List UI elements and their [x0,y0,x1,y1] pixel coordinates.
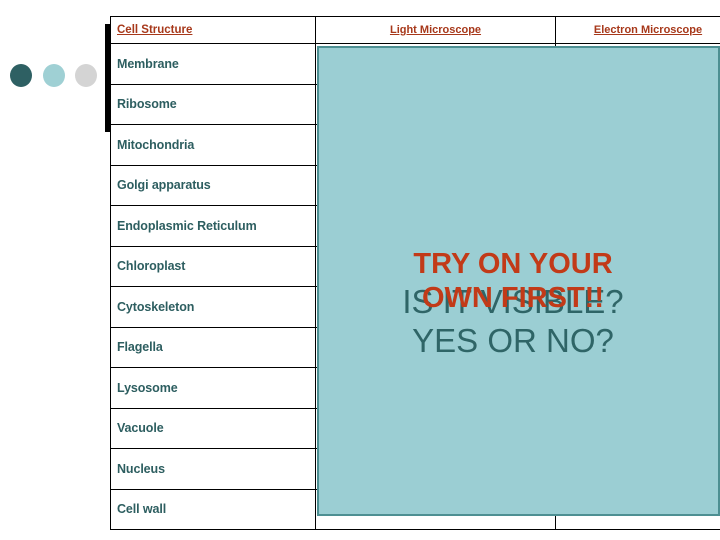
cell-structure-name: Membrane [110,43,316,85]
cell-structure-name: Cell wall [110,488,316,530]
cell-structure-name: Vacuole [110,407,316,449]
table-header-row: Cell Structure Light Microscope Electron… [110,16,720,44]
header-cell-structure: Cell Structure [110,16,316,44]
cell-structure-name: Cytoskeleton [110,286,316,328]
header-cell-electron-microscope: Electron Microscope [555,16,720,44]
cell-structure-name: Nucleus [110,448,316,490]
cell-structure-name: Endoplasmic Reticulum [110,205,316,247]
dot-dark-teal-icon [10,64,32,87]
header-cell-light-microscope: Light Microscope [315,16,556,44]
decorative-dots [10,64,100,88]
cell-structure-name: Flagella [110,326,316,368]
dot-gray-icon [75,64,97,87]
dot-light-teal-icon [43,64,65,87]
instruction-text-overlay: TRY ON YOUR OWN FIRST!! [413,248,613,315]
cell-structure-name: Ribosome [110,83,316,125]
cell-structure-name: Mitochondria [110,124,316,166]
cell-structure-name: Chloroplast [110,245,316,287]
cell-structure-name: Lysosome [110,367,316,409]
cell-structure-name: Golgi apparatus [110,164,316,206]
